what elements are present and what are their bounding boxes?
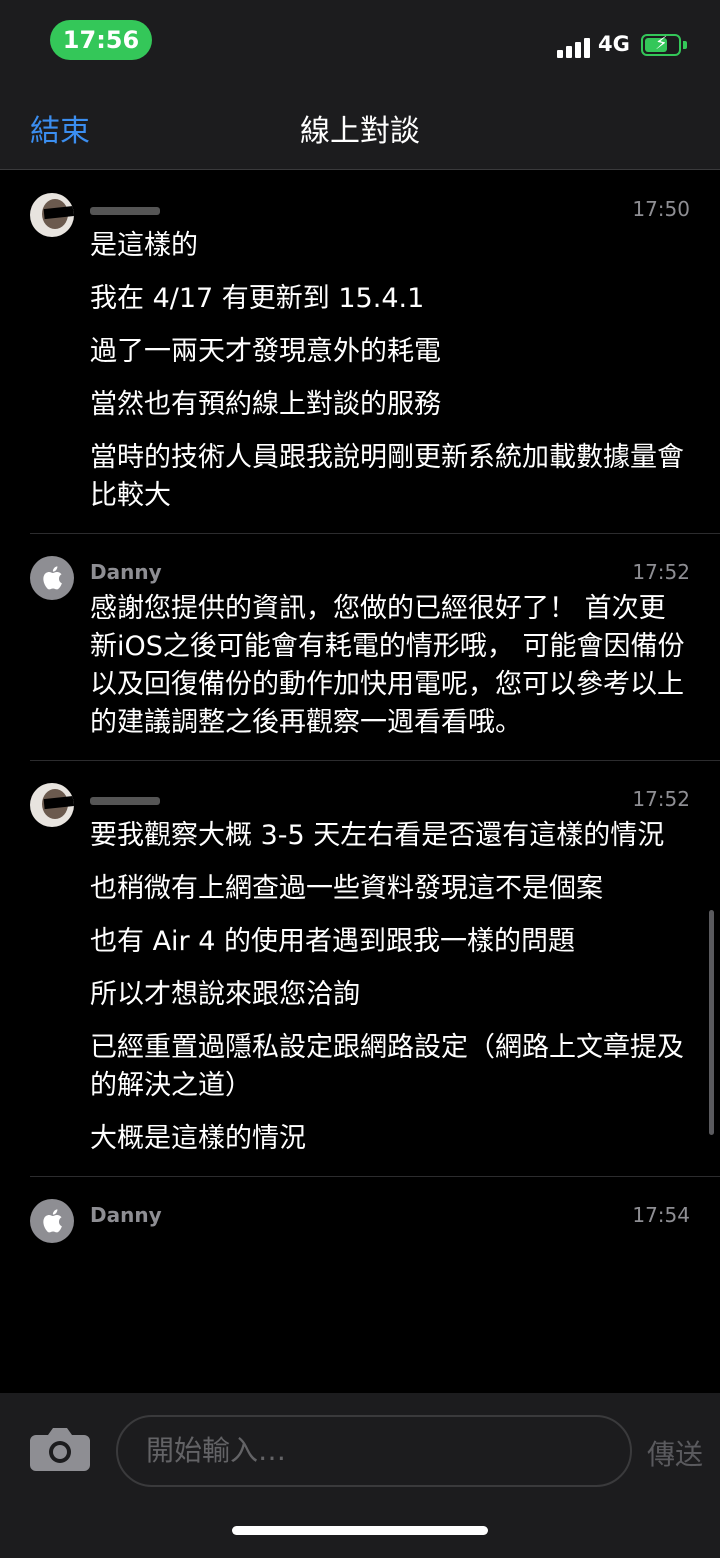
apple-logo-icon — [30, 1199, 74, 1243]
battery-tip — [683, 41, 687, 49]
camera-icon[interactable] — [30, 1427, 90, 1471]
status-time: 17:56 — [50, 20, 152, 60]
message-line: 是這樣的 — [90, 230, 198, 261]
network-type: 4G — [598, 32, 630, 56]
message-line: 也稍微有上網查過一些資料發現這不是個案 — [90, 873, 603, 904]
message-line: 也有 Air 4 的使用者遇到跟我一樣的問題 — [90, 926, 575, 957]
message-line: 大概是這樣的情況 — [90, 1123, 306, 1154]
nav-bar: 結束 線上對談 — [0, 80, 720, 170]
home-indicator — [232, 1526, 488, 1535]
user-avatar — [30, 783, 74, 827]
status-bar: 17:56 4G ⚡ — [0, 0, 720, 80]
message-line: 當時的技術人員跟我說明剛更新系統加載數據量會比較大 — [90, 442, 684, 511]
page-title: 線上對談 — [300, 114, 420, 149]
message-line: 我在 4/17 有更新到 15.4.1 — [90, 283, 425, 314]
message-time: 17:52 — [632, 787, 690, 811]
send-button[interactable]: 傳送 — [647, 1433, 703, 1473]
message-item: Danny 17:52 感謝您提供的資訊，您做的已經很好了！ 首次更新iOS之後… — [30, 534, 720, 761]
message-time: 17:50 — [632, 197, 690, 221]
input-bar: 開始輸入… 傳送 — [0, 1393, 720, 1558]
message-line: 當然也有預約線上對談的服務 — [90, 389, 441, 420]
message-item: Danny 17:54 — [30, 1177, 720, 1257]
battery-charging-icon: ⚡ — [641, 33, 681, 56]
message-time: 17:54 — [632, 1203, 690, 1227]
chat-list[interactable]: 17:50 是這樣的 我在 4/17 有更新到 15.4.1 過了一兩天才發現意… — [0, 171, 720, 1393]
message-input[interactable]: 開始輸入… — [116, 1415, 632, 1487]
message-line: 要我觀察大概 3-5 天左右看是否還有這樣的情況 — [90, 820, 665, 851]
apple-logo-icon — [30, 556, 74, 600]
message-line: 過了一兩天才發現意外的耗電 — [90, 336, 441, 367]
message-line: 感謝您提供的資訊，您做的已經很好了！ 首次更新iOS之後可能會有耗電的情形哦， … — [90, 593, 685, 738]
message-line: 所以才想說來跟您洽詢 — [90, 979, 360, 1010]
sender-name-redacted — [90, 797, 160, 805]
sender-name-redacted — [90, 207, 160, 215]
user-avatar — [30, 193, 74, 237]
message-item: 17:52 要我觀察大概 3-5 天左右看是否還有這樣的情況 也稍微有上網查過一… — [30, 761, 720, 1177]
sender-name: Danny — [90, 560, 162, 584]
message-time: 17:52 — [632, 560, 690, 584]
scrollbar[interactable] — [709, 910, 714, 1135]
signal-bars-icon — [557, 36, 593, 58]
message-item: 17:50 是這樣的 我在 4/17 有更新到 15.4.1 過了一兩天才發現意… — [30, 171, 720, 534]
message-line: 已經重置過隱私設定跟網路設定（網路上文章提及的解決之道） — [90, 1032, 684, 1101]
sender-name: Danny — [90, 1203, 162, 1227]
